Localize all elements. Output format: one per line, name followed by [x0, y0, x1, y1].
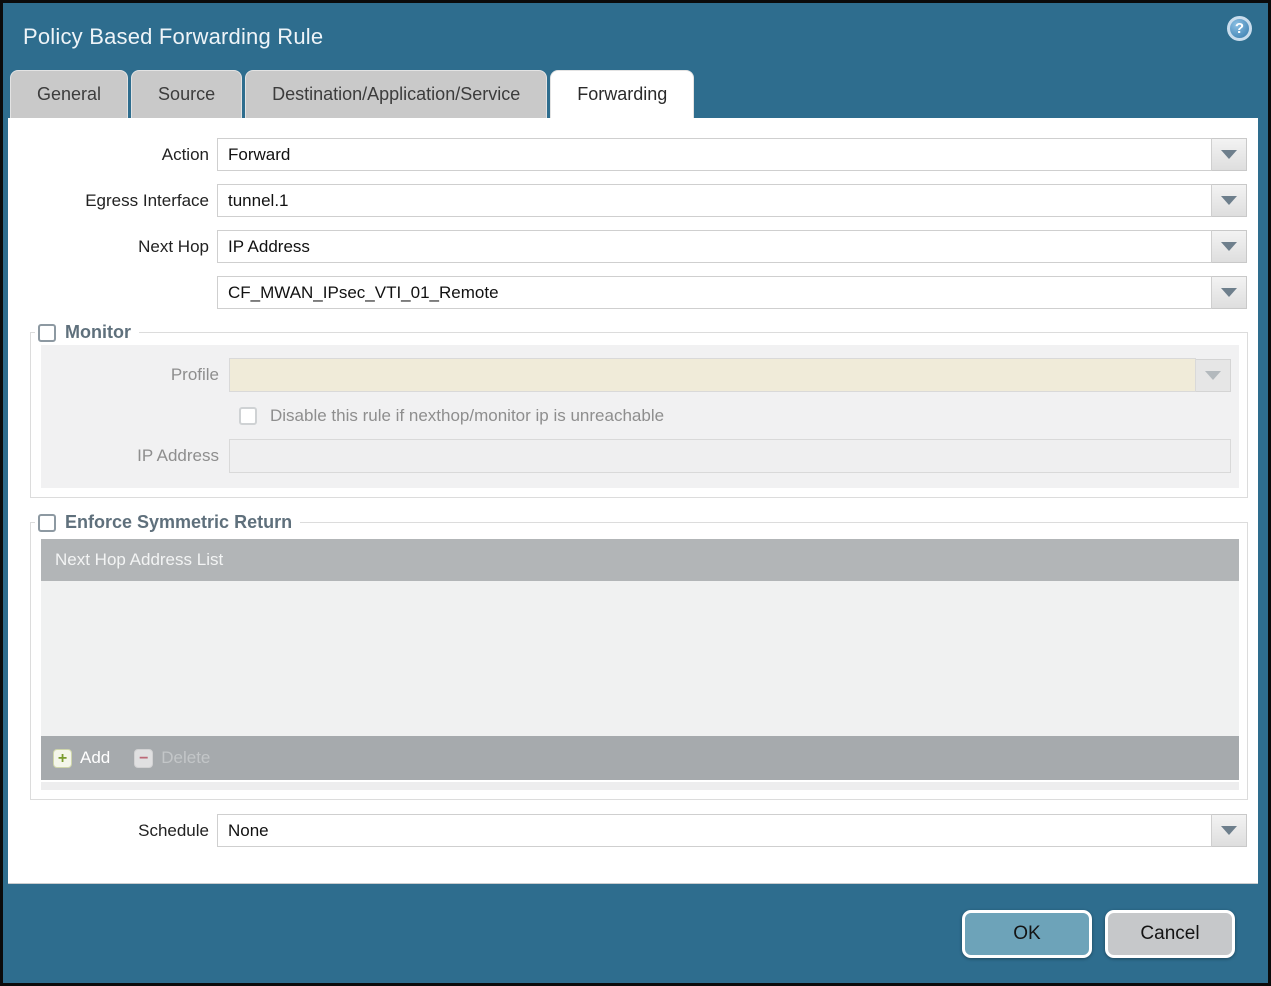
delete-button-label: Delete: [161, 748, 211, 767]
chevron-down-icon: [1221, 150, 1237, 159]
monitor-ip-address-row: IP Address: [41, 439, 1231, 473]
disable-rule-label: Disable this rule if nexthop/monitor ip …: [270, 406, 665, 425]
next-hop-address-list-table: Next Hop Address List + Add − Delete: [41, 539, 1239, 780]
table-bottom-strip: [41, 782, 1239, 790]
enforce-symmetric-return-legend-label: Enforce Symmetric Return: [65, 512, 293, 532]
monitor-legend-label: Monitor: [65, 322, 131, 342]
next-hop-address-input[interactable]: [217, 276, 1212, 309]
cancel-button[interactable]: Cancel: [1105, 909, 1235, 958]
egress-interface-input[interactable]: [217, 184, 1212, 217]
profile-row: Profile: [41, 358, 1231, 392]
help-icon[interactable]: ?: [1227, 16, 1252, 41]
tab-forwarding[interactable]: Forwarding: [550, 70, 695, 118]
egress-interface-row: Egress Interface: [17, 184, 1247, 217]
profile-label: Profile: [170, 365, 219, 384]
monitor-section: Monitor Profile Disable this rule if nex…: [30, 322, 1248, 498]
schedule-label: Schedule: [138, 820, 209, 840]
schedule-row: Schedule: [17, 814, 1247, 847]
tab-destination-application-service[interactable]: Destination/Application/Service: [245, 70, 548, 118]
ok-button[interactable]: OK: [962, 909, 1092, 958]
forwarding-tab-panel: Action Egress Interface Next Hop: [8, 118, 1258, 884]
next-hop-address-dropdown-button[interactable]: [1212, 276, 1247, 309]
next-hop-address-row: [17, 276, 1247, 309]
enforce-symmetric-return-checkbox[interactable]: [38, 513, 56, 532]
add-button-label: Add: [80, 748, 111, 767]
monitor-ip-address-input: [229, 439, 1231, 473]
next-hop-row: Next Hop: [17, 230, 1247, 263]
profile-dropdown-button: [1196, 358, 1231, 392]
schedule-input[interactable]: [217, 814, 1212, 847]
enforce-symmetric-return-section: Enforce Symmetric Return Next Hop Addres…: [30, 512, 1248, 800]
dialog-footer: OK Cancel: [3, 884, 1268, 983]
action-dropdown-button[interactable]: [1212, 138, 1247, 171]
chevron-down-icon: [1221, 242, 1237, 251]
egress-interface-label: Egress Interface: [85, 190, 209, 210]
table-toolbar: + Add − Delete: [41, 736, 1239, 780]
table-header-label: Next Hop Address List: [55, 550, 224, 569]
chevron-down-icon: [1221, 826, 1237, 835]
chevron-down-icon: [1221, 288, 1237, 297]
monitor-checkbox[interactable]: [38, 323, 56, 342]
next-hop-type-dropdown-button[interactable]: [1212, 230, 1247, 263]
action-row: Action: [17, 138, 1247, 171]
monitor-ip-address-label: IP Address: [137, 446, 219, 465]
delete-button: − Delete: [134, 748, 210, 768]
plus-icon: +: [53, 748, 72, 768]
policy-based-forwarding-dialog: Policy Based Forwarding Rule ? General S…: [0, 0, 1271, 986]
dialog-title: Policy Based Forwarding Rule: [23, 23, 324, 49]
add-button[interactable]: + Add: [53, 748, 110, 768]
disable-rule-checkbox: [239, 407, 257, 425]
egress-interface-dropdown-button[interactable]: [1212, 184, 1247, 217]
disable-rule-row: Disable this rule if nexthop/monitor ip …: [239, 406, 1239, 426]
action-input[interactable]: [217, 138, 1212, 171]
chevron-down-icon: [1205, 370, 1221, 380]
schedule-dropdown-button[interactable]: [1212, 814, 1247, 847]
next-hop-label: Next Hop: [138, 236, 209, 256]
next-hop-type-input[interactable]: [217, 230, 1212, 263]
dialog-titlebar: Policy Based Forwarding Rule ?: [3, 3, 1268, 70]
enforce-symmetric-return-legend: Enforce Symmetric Return: [35, 512, 300, 533]
chevron-down-icon: [1221, 196, 1237, 205]
table-body-empty: [41, 581, 1239, 736]
monitor-legend: Monitor: [35, 322, 139, 343]
tab-general[interactable]: General: [10, 70, 129, 118]
table-header: Next Hop Address List: [41, 539, 1239, 581]
monitor-panel: Profile Disable this rule if nexthop/mon…: [41, 345, 1239, 488]
tab-bar: General Source Destination/Application/S…: [3, 70, 1268, 118]
tab-source[interactable]: Source: [131, 70, 243, 118]
profile-input: [229, 358, 1196, 392]
minus-icon: −: [134, 748, 154, 768]
action-label: Action: [161, 144, 209, 164]
